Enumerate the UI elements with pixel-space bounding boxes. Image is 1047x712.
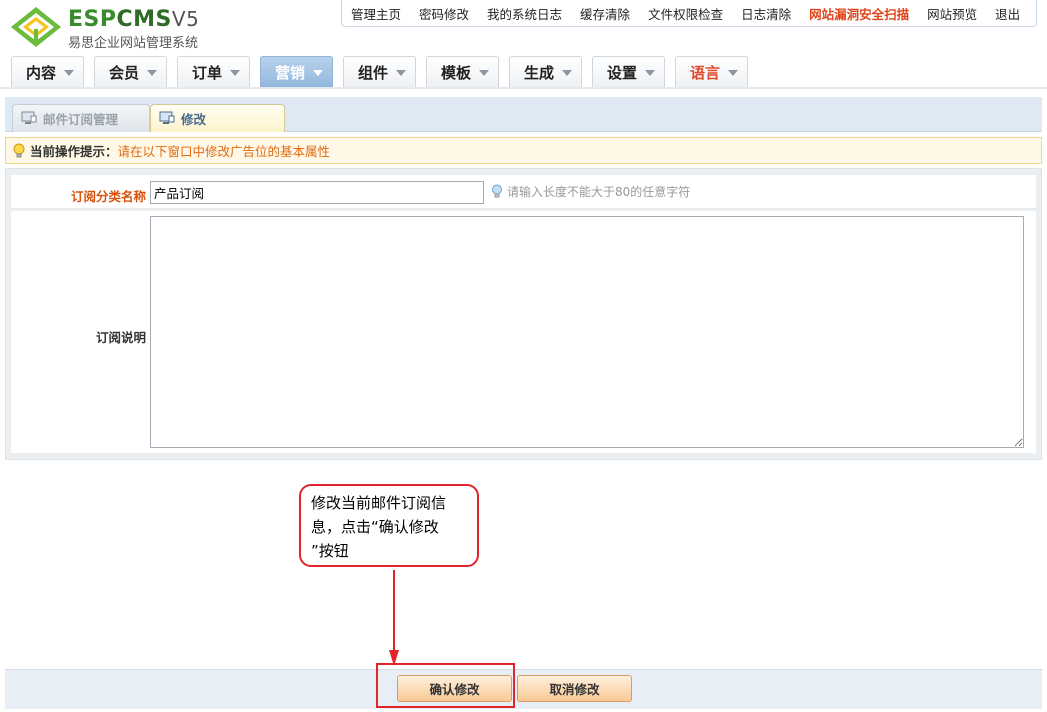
annotation-line: ”按钮	[311, 542, 349, 560]
logo-esp: ESP	[68, 7, 117, 32]
form-row-name: 订阅分类名称 请输入长度不能大于80的任意字符	[11, 175, 1036, 209]
chevron-down-icon	[64, 70, 74, 76]
subscription-name-hint: 请输入长度不能大于80的任意字符	[491, 183, 690, 200]
link-change-password[interactable]: 密码修改	[410, 4, 478, 23]
chevron-down-icon	[479, 70, 489, 76]
logo: ESPCMSV5 易思企业网站管理系统	[10, 4, 230, 51]
chevron-down-icon	[313, 70, 323, 76]
tip-label: 当前操作提示：	[30, 144, 118, 159]
annotation-line: 修改当前邮件订阅信	[311, 494, 447, 512]
monitor-icon	[159, 111, 175, 124]
chevron-down-icon	[562, 70, 572, 76]
nav-tab-label: 营销	[275, 63, 306, 82]
nav-tab-components[interactable]: 组件	[343, 56, 416, 87]
nav-tab-label: 内容	[26, 63, 57, 82]
form-row-description: 订阅说明	[11, 211, 1036, 453]
logo-cms: CMS	[116, 7, 172, 32]
link-file-permission-check[interactable]: 文件权限检查	[639, 4, 732, 23]
nav-tab-label: 会员	[109, 63, 140, 82]
nav-tab-label: 设置	[607, 63, 638, 82]
tab-label: 邮件订阅管理	[43, 112, 119, 127]
logo-subtitle: 易思企业网站管理系统	[68, 36, 199, 51]
tab-mail-subscription-manage[interactable]: 邮件订阅管理	[12, 104, 150, 132]
chevron-down-icon	[396, 70, 406, 76]
chevron-down-icon	[728, 70, 738, 76]
top-utility-bar: 管理主页 密码修改 我的系统日志 缓存清除 文件权限检查 日志清除 网站漏洞安全…	[341, 0, 1037, 27]
nav-tab-generate[interactable]: 生成	[509, 56, 582, 87]
subscription-description-label: 订阅说明	[95, 330, 146, 345]
logo-wordmark: ESPCMSV5	[68, 6, 199, 33]
link-admin-home[interactable]: 管理主页	[342, 4, 410, 23]
annotation-arrow-icon	[389, 570, 399, 666]
confirm-edit-button[interactable]: 确认修改	[397, 675, 512, 702]
monitor-icon	[21, 111, 37, 124]
logo-version: V5	[171, 7, 200, 31]
espcms-logo-icon	[11, 7, 61, 47]
cancel-edit-button[interactable]: 取消修改	[517, 675, 632, 702]
link-my-system-log[interactable]: 我的系统日志	[478, 4, 571, 23]
operation-tip: 当前操作提示： 请在以下窗口中修改广告位的基本属性	[5, 137, 1042, 164]
tab-label: 修改	[181, 112, 207, 127]
chevron-down-icon	[230, 70, 240, 76]
chevron-down-icon	[645, 70, 655, 76]
link-clear-log[interactable]: 日志清除	[732, 4, 800, 23]
nav-tab-label: 组件	[358, 63, 389, 82]
hint-text: 请输入长度不能大于80的任意字符	[507, 185, 691, 199]
nav-divider	[0, 87, 1047, 89]
sub-tab-bar: 邮件订阅管理 修改	[5, 97, 1042, 132]
nav-tab-label: 生成	[524, 63, 555, 82]
subscription-name-input[interactable]	[150, 181, 484, 204]
tip-text: 请在以下窗口中修改广告位的基本属性	[117, 144, 331, 159]
tab-edit[interactable]: 修改	[150, 104, 285, 132]
subscription-name-label: 订阅分类名称	[70, 189, 146, 204]
nav-tab-label: 模板	[441, 63, 472, 82]
annotation-line: 息，点击“确认修改	[311, 518, 439, 536]
subscription-description-textarea[interactable]	[150, 216, 1024, 448]
nav-tab-settings[interactable]: 设置	[592, 56, 665, 87]
nav-tab-language[interactable]: 语言	[675, 56, 748, 87]
lightbulb-icon	[492, 184, 502, 198]
edit-form: 订阅分类名称 请输入长度不能大于80的任意字符 订阅说明	[5, 168, 1042, 460]
link-logout[interactable]: 退出	[986, 4, 1029, 23]
link-site-preview[interactable]: 网站预览	[918, 4, 986, 23]
chevron-down-icon	[147, 70, 157, 76]
nav-tab-content[interactable]: 内容	[11, 56, 84, 87]
nav-tab-label: 订单	[192, 63, 223, 82]
nav-tab-templates[interactable]: 模板	[426, 56, 499, 87]
lightbulb-icon	[13, 143, 25, 158]
link-security-scan[interactable]: 网站漏洞安全扫描	[800, 4, 918, 23]
nav-tab-members[interactable]: 会员	[94, 56, 167, 87]
nav-tab-marketing[interactable]: 营销	[260, 56, 333, 87]
annotation-callout: 修改当前邮件订阅信 息，点击“确认修改 ”按钮	[299, 484, 479, 567]
link-clear-cache[interactable]: 缓存清除	[571, 4, 639, 23]
main-nav: 内容 会员 订单 营销 组件 模板 生成 设置 语言	[0, 52, 1047, 88]
nav-tab-orders[interactable]: 订单	[177, 56, 250, 87]
nav-tab-label: 语言	[690, 63, 721, 82]
